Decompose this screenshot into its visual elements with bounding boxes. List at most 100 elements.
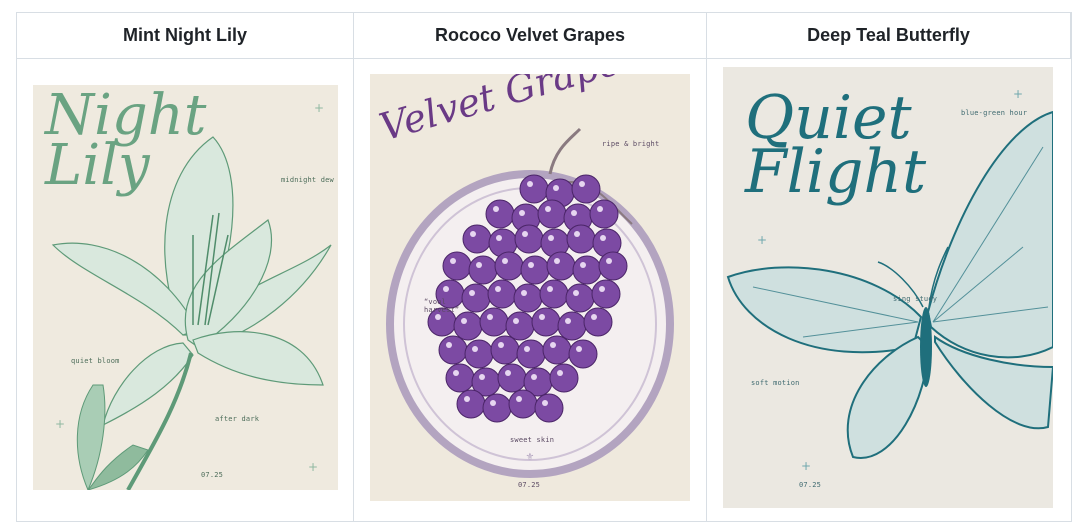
grape — [453, 311, 483, 341]
sparkle-icon: + — [1013, 87, 1024, 101]
grape-highlight — [547, 286, 553, 292]
note-date: 07.25 — [518, 481, 541, 489]
poster-quiet-flight: Quiet Flight blue-green hour sing study — [723, 67, 1053, 508]
note-mid: sing study — [893, 295, 938, 303]
grape-highlight — [498, 342, 504, 348]
grape-highlight — [461, 318, 467, 324]
grape-highlight — [493, 206, 499, 212]
grape — [566, 224, 596, 254]
grape — [490, 335, 520, 365]
grape-highlight — [539, 314, 545, 320]
grape — [542, 335, 572, 365]
grape — [508, 389, 538, 419]
grape-highlight — [557, 370, 563, 376]
grape-highlight — [505, 370, 511, 376]
grape-highlight — [599, 286, 605, 292]
grape-highlight — [513, 318, 519, 324]
grape — [589, 199, 619, 229]
grape — [485, 199, 515, 229]
grape-highlight — [464, 396, 470, 402]
grape-highlight — [548, 235, 554, 241]
grape — [468, 255, 498, 285]
note-top: ripe & bright — [602, 140, 660, 148]
grape — [482, 393, 512, 423]
grape — [438, 335, 468, 365]
grape — [539, 279, 569, 309]
grape — [568, 339, 598, 369]
grape — [598, 251, 628, 281]
lily-illustration — [51, 136, 332, 490]
grape-highlight — [576, 346, 582, 352]
note-left: soft motion — [751, 379, 800, 387]
grape-highlight — [542, 400, 548, 406]
grape — [505, 311, 535, 341]
grape-highlight — [591, 314, 597, 320]
grape-highlight — [571, 210, 577, 216]
grape-highlight — [580, 262, 586, 268]
grape — [572, 255, 602, 285]
grape-highlight — [495, 286, 501, 292]
grape-highlight — [496, 235, 502, 241]
note-top: midnight dew — [281, 176, 334, 184]
grape — [516, 339, 546, 369]
grape-highlight — [519, 210, 525, 216]
sparkle-icon: + — [801, 459, 812, 473]
grape-highlight — [579, 181, 585, 187]
grape-highlight — [502, 258, 508, 264]
grape-highlight — [450, 258, 456, 264]
note-bottom: sweet skin — [510, 436, 555, 444]
grape-highlight — [487, 314, 493, 320]
grape — [537, 199, 567, 229]
grape-highlight — [545, 206, 551, 212]
grape — [571, 174, 601, 204]
sparkle-icon: + — [314, 101, 325, 115]
grape-highlight — [472, 346, 478, 352]
grape-highlight — [516, 396, 522, 402]
grape — [513, 283, 543, 313]
grape — [557, 311, 587, 341]
grape-highlight — [527, 181, 533, 187]
column-header-rococo-velvet-grapes: Rococo Velvet Grapes — [354, 13, 707, 59]
column-header-deep-teal-butterfly: Deep Teal Butterfly — [707, 13, 1071, 59]
grape-highlight — [521, 290, 527, 296]
grape — [591, 279, 621, 309]
grape — [497, 363, 527, 393]
grape-highlight — [522, 231, 528, 237]
sparkle-icon: + — [757, 233, 768, 247]
grape — [520, 255, 550, 285]
grape-highlight — [470, 231, 476, 237]
svg-text:⚜: ⚜ — [526, 452, 535, 463]
grape — [549, 363, 579, 393]
grape — [442, 251, 472, 281]
grape — [514, 224, 544, 254]
grape-highlight — [479, 374, 485, 380]
grape-highlight — [453, 370, 459, 376]
grape-highlight — [554, 258, 560, 264]
note-top: blue-green hour — [961, 109, 1028, 117]
grape — [583, 307, 613, 337]
grape — [462, 224, 492, 254]
grape-highlight — [606, 258, 612, 264]
grape-highlight — [490, 400, 496, 406]
grape-highlight — [574, 231, 580, 237]
grape — [494, 251, 524, 281]
grape-highlight — [469, 290, 475, 296]
grape — [456, 389, 486, 419]
butterfly-illustration — [726, 110, 1053, 459]
grape-highlight — [553, 185, 559, 191]
grape — [445, 363, 475, 393]
grape-highlight — [528, 262, 534, 268]
grape-highlight — [524, 346, 530, 352]
note-date: 07.25 — [799, 481, 822, 489]
sparkle-icon: + — [308, 460, 319, 474]
grape-highlight — [446, 342, 452, 348]
grape — [534, 393, 564, 423]
grape-highlight — [597, 206, 603, 212]
poster-comparison-table: Mint Night Lily Rococo Velvet Grapes Dee… — [16, 12, 1072, 522]
grape — [461, 283, 491, 313]
grape-highlight — [435, 314, 441, 320]
grape — [487, 279, 517, 309]
grape-highlight — [600, 235, 606, 241]
grape-highlight — [550, 342, 556, 348]
grape — [519, 174, 549, 204]
